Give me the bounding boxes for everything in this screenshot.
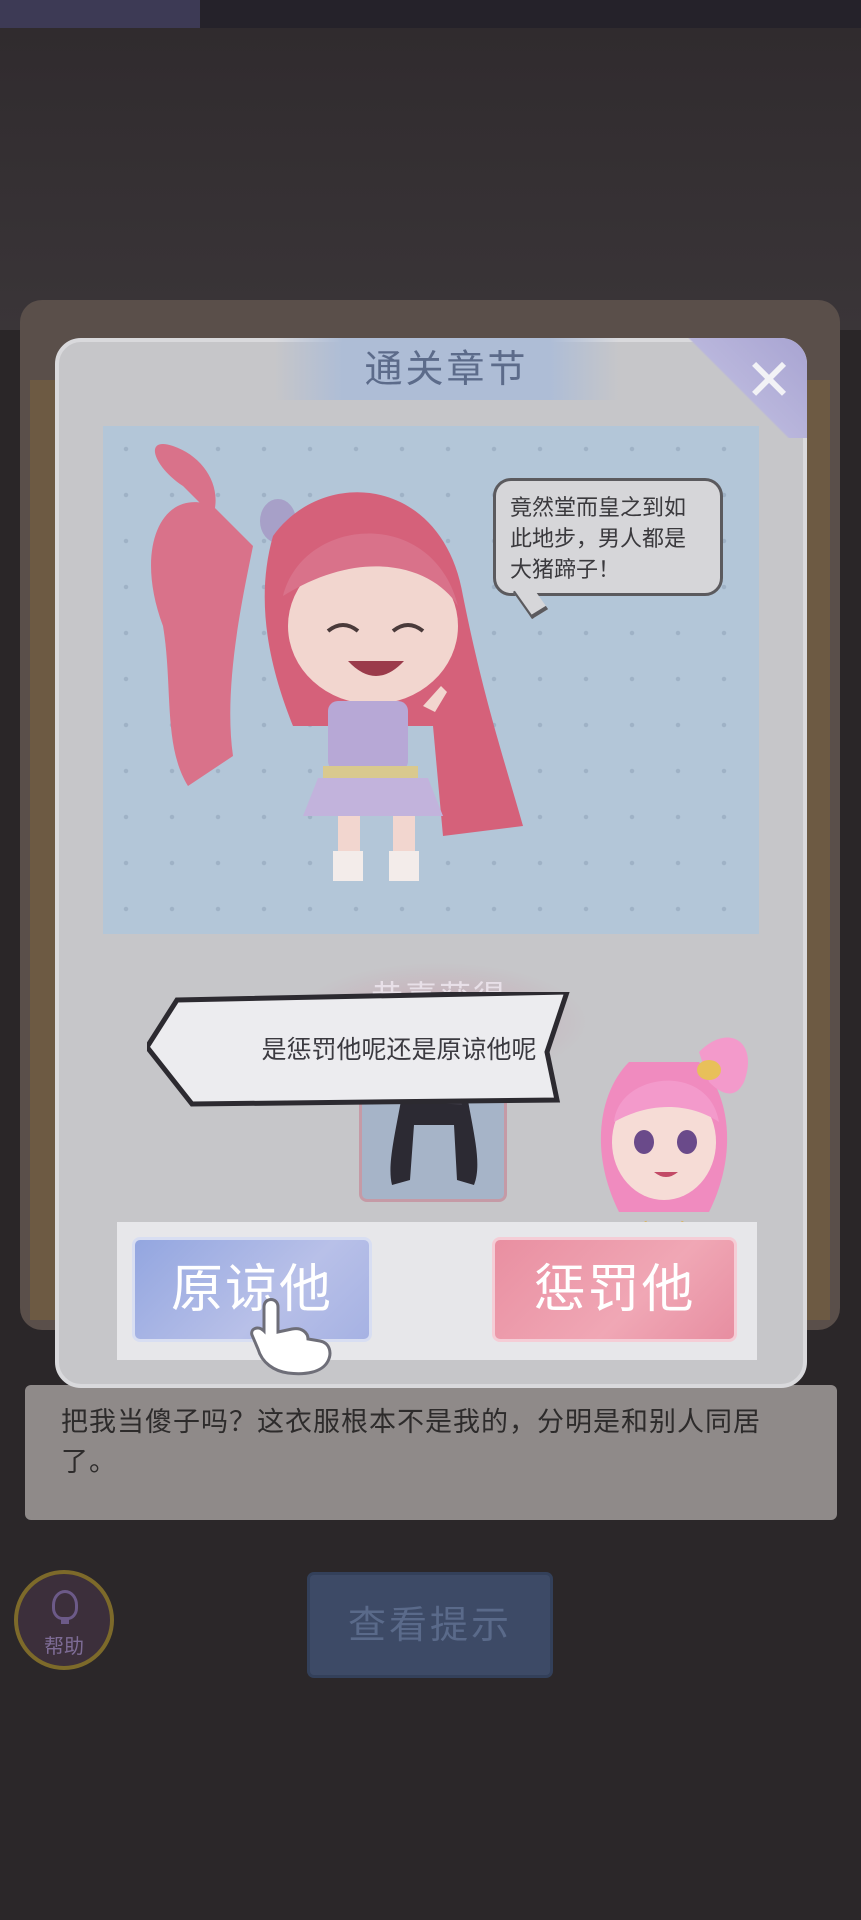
dialog-title: 通关章节 [364,347,529,391]
view-hint-button[interactable]: 查看提示 [310,1575,550,1675]
comic-panel: 竟然堂而皇之到如此地步，男人都是大猪蹄子！ [103,426,759,934]
dialog-title-bar: 通关章节 [274,338,619,400]
punish-label: 惩罚他 [533,1260,696,1320]
story-text: 把我当傻子吗？这衣服根本不是我的，分明是和别人同居了。 [61,1407,761,1478]
speech-bubble: 竟然堂而皇之到如此地步，男人都是大猪蹄子！ [493,478,723,596]
help-label: 帮助 [44,1634,84,1658]
story-text-box[interactable]: 把我当傻子吗？这衣服根本不是我的，分明是和别人同居了。 [25,1385,837,1520]
help-button[interactable]: 帮助 [14,1570,114,1670]
close-icon[interactable]: ✕ [739,350,799,410]
punish-button[interactable]: 惩罚他 [492,1237,737,1342]
top-bar [0,0,861,28]
hand-pointer-icon [250,1298,332,1376]
view-hint-label: 查看提示 [347,1603,512,1647]
prompt-text: 是惩罚他呢还是原谅他呢 [261,1035,537,1064]
speech-text: 竟然堂而皇之到如此地步，男人都是大猪蹄子！ [510,496,687,583]
chapter-complete-dialog: 通关章节 ✕ 竟然堂而皇之到如此地步，男人都是大猪蹄子！ 恭喜获得 [55,338,807,1388]
background [0,0,861,330]
lightbulb-icon [52,1590,78,1624]
